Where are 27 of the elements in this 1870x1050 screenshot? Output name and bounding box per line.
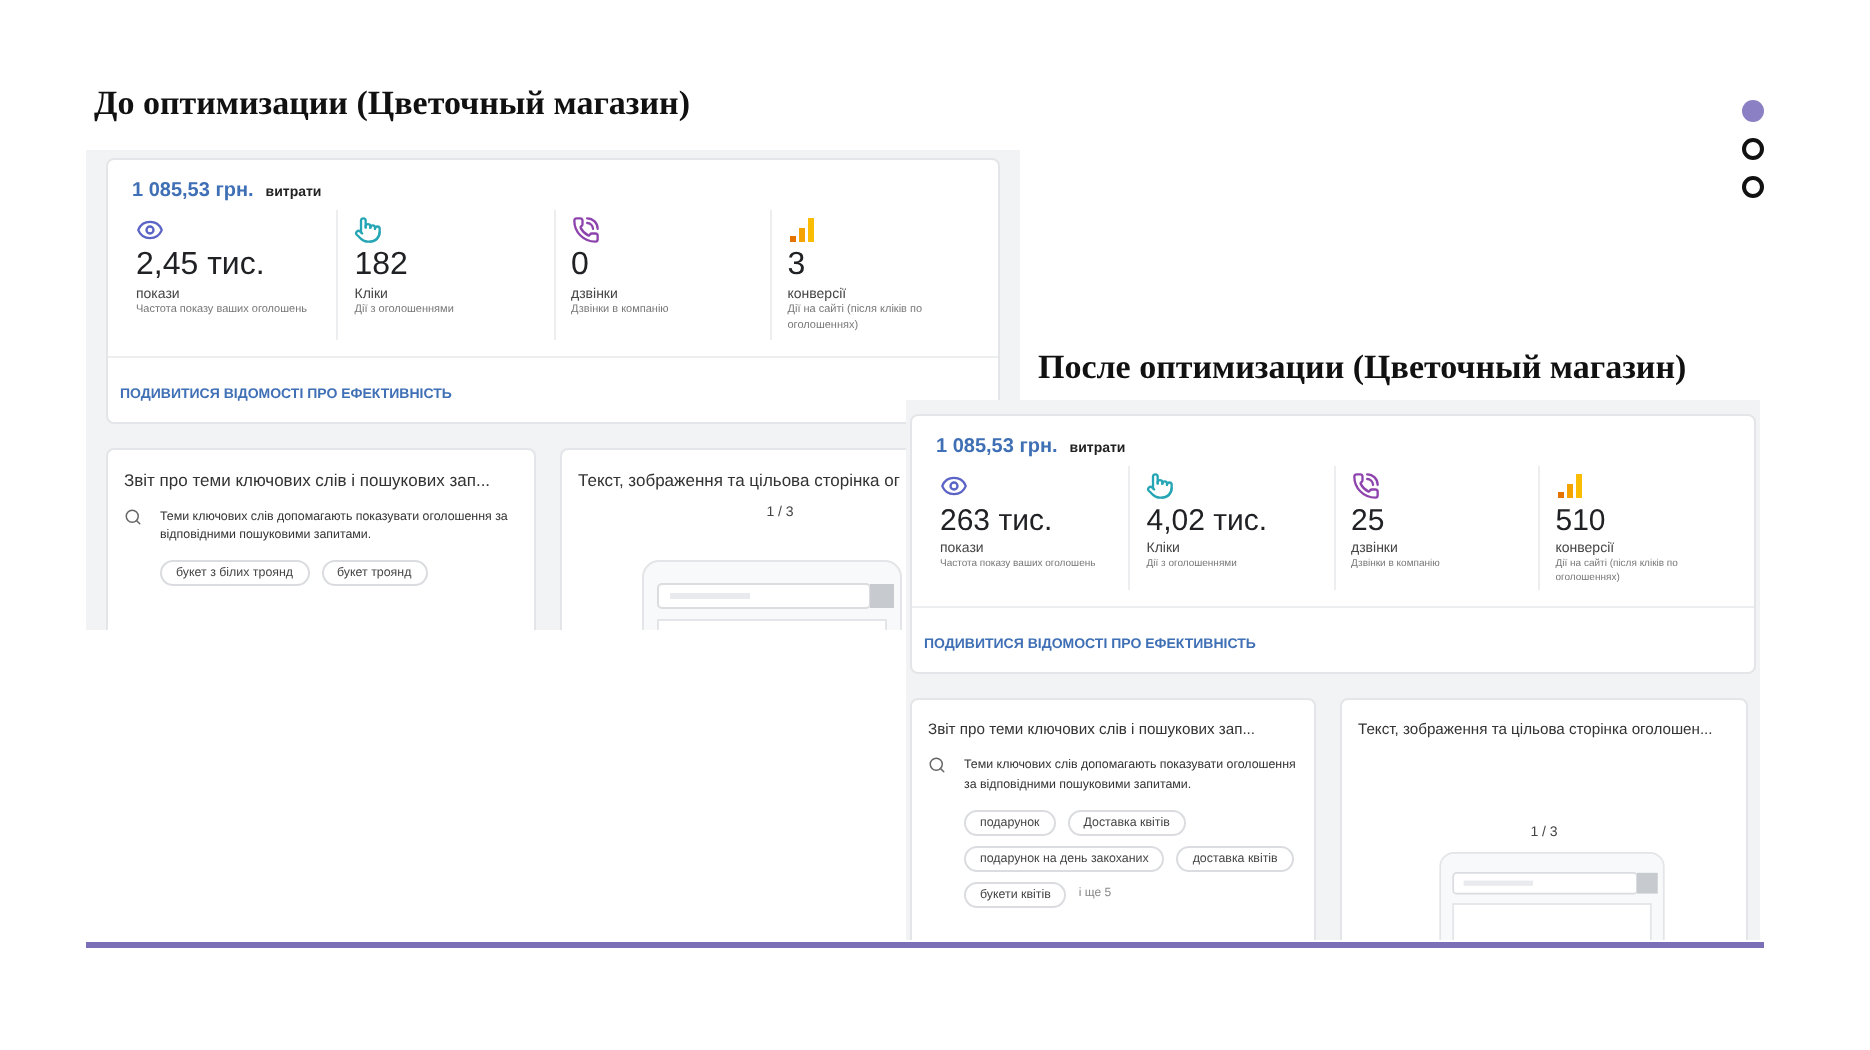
metric-value: 0 xyxy=(571,248,589,285)
search-icon xyxy=(928,756,946,775)
metric-value: 25 xyxy=(1351,504,1385,539)
metric-value: 4,02 тис. xyxy=(1146,504,1268,539)
eye-icon xyxy=(940,472,968,500)
bar-chart-icon xyxy=(1555,472,1584,500)
phone-icon xyxy=(1351,472,1379,500)
card-title: Текст, зображення та цільова сторінка ог xyxy=(578,469,900,490)
slide-title: После оптимизации (Цветочный магазин) xyxy=(1038,348,1687,388)
slide-title: До оптимизации (Цветочный магазин) xyxy=(94,84,690,124)
metric-value: 182 xyxy=(354,248,408,285)
card-title: Звіт про теми ключових слів і пошукових зап... xyxy=(124,469,491,490)
metric-value: 2,45 тис. xyxy=(136,248,265,285)
bar-chart-icon xyxy=(787,216,816,244)
metric-value: 3 xyxy=(787,248,806,285)
page-dot[interactable] xyxy=(1742,100,1764,122)
phone-icon xyxy=(571,216,599,244)
cost-amount: 1 085,53 грн. xyxy=(132,180,254,202)
tap-icon xyxy=(354,216,383,244)
tap-icon xyxy=(1146,472,1175,500)
search-icon xyxy=(124,507,142,526)
eye-icon xyxy=(136,216,164,244)
metric-value: 510 xyxy=(1555,504,1606,539)
metric-value: 263 тис. xyxy=(940,504,1053,539)
page-dot[interactable] xyxy=(1742,176,1764,198)
cost-amount: 1 085,53 грн. xyxy=(936,436,1058,458)
page-dot[interactable] xyxy=(1742,138,1764,160)
